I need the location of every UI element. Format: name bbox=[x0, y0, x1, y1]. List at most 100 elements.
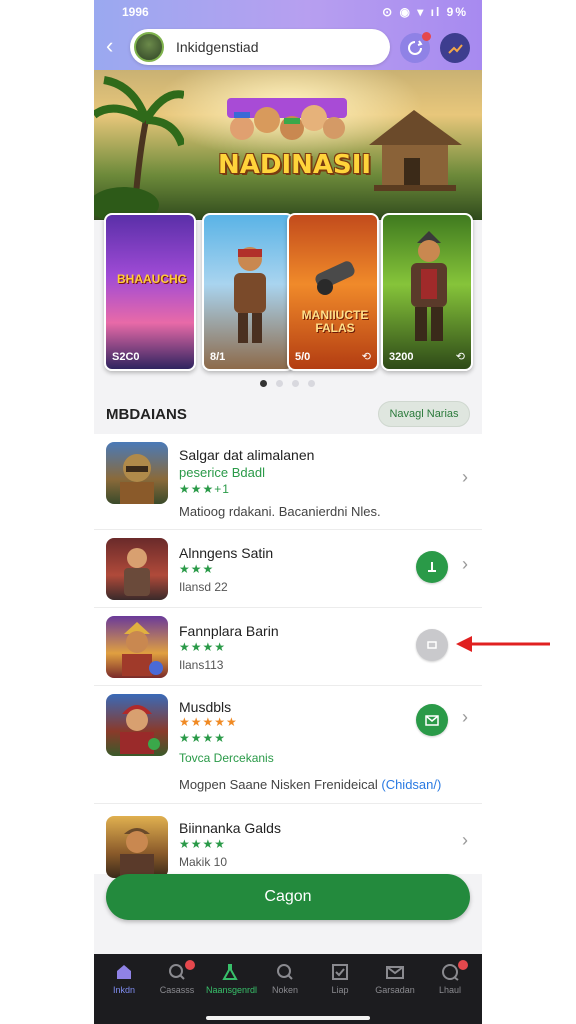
section-button[interactable]: Navagl Narias bbox=[378, 401, 470, 427]
carousel-card[interactable]: BHAAUCHG S2C0 bbox=[104, 213, 196, 371]
carousel-card[interactable]: 3200 ⟲ bbox=[381, 213, 473, 371]
carousel-card[interactable]: MANIIUCTE FALAS 5/0 ⟲ bbox=[287, 213, 379, 371]
cannon-icon bbox=[315, 261, 355, 295]
nav-label: Garsadan bbox=[375, 985, 415, 995]
status-bar: 1996 ⊙ ◉ ▾ ıl 9% bbox=[94, 4, 482, 20]
download-icon bbox=[428, 562, 436, 572]
nav-item-naansgenrdl[interactable]: Naansgenrdl bbox=[206, 962, 258, 1008]
nav-label: Liap bbox=[331, 985, 349, 995]
avatar[interactable] bbox=[134, 32, 164, 62]
list-item[interactable]: Biinnanka Galds ★★★★ Makik 10 › bbox=[94, 810, 482, 878]
warrior-icon bbox=[234, 247, 266, 343]
nav-label: Lhaul bbox=[438, 985, 462, 995]
game-thumbnail bbox=[106, 616, 168, 678]
game-thumbnail bbox=[106, 442, 168, 504]
game-name: Fannplara Barin bbox=[179, 623, 279, 639]
description-link[interactable]: (Chidsan/) bbox=[381, 777, 441, 792]
hero-icon bbox=[120, 705, 160, 754]
red-arrow-annotation-icon bbox=[456, 636, 550, 652]
game-meta: Ilansd 22 bbox=[179, 580, 228, 594]
carousel-card[interactable]: 8/1 bbox=[202, 213, 294, 371]
knight-icon bbox=[120, 454, 154, 504]
game-carousel: BHAAUCHG S2C0 8/1 MANIIUCTE FALAS 5/0 ⟲ bbox=[94, 207, 482, 377]
game-description: Matioog rdakani. Bacanierdni Nles. bbox=[179, 504, 381, 519]
status-time: 1996 bbox=[122, 5, 149, 19]
rating-stars: ★★★★ bbox=[179, 640, 227, 654]
banner-title: NADINASII bbox=[218, 150, 372, 180]
notification-dot bbox=[422, 32, 431, 41]
chevron-right-icon[interactable]: › bbox=[462, 467, 468, 488]
chevron-right-icon[interactable]: › bbox=[462, 554, 468, 575]
soldier-icon bbox=[120, 828, 154, 876]
square-icon bbox=[427, 641, 437, 649]
status-icons: ⊙ ◉ ▾ ıl 9% bbox=[382, 5, 468, 19]
profile-button[interactable] bbox=[440, 33, 470, 63]
rating-stars-orange: ★★★★★ bbox=[179, 715, 238, 729]
game-thumbnail bbox=[106, 694, 168, 756]
home-indicator[interactable] bbox=[206, 1016, 370, 1020]
soldier-icon bbox=[411, 231, 447, 341]
nav-label: Noken bbox=[271, 985, 298, 995]
game-name: Salgar dat alimalanen bbox=[179, 447, 315, 463]
search-circle-icon bbox=[169, 964, 185, 980]
list-item[interactable]: Salgar dat alimalanen peserice Bdadl ★★★… bbox=[94, 434, 482, 530]
game-name: Biinnanka Galds bbox=[179, 820, 281, 836]
checkbox-icon bbox=[332, 964, 348, 980]
nav-item-garsadan[interactable]: Garsadan bbox=[371, 962, 419, 1008]
game-list: Salgar dat alimalanen peserice Bdadl ★★★… bbox=[94, 434, 482, 878]
palm-tree-icon bbox=[94, 76, 184, 220]
nav-label: Casasss bbox=[159, 985, 195, 995]
nav-item-home[interactable]: Inkdn bbox=[100, 962, 148, 1008]
notification-badge bbox=[458, 960, 468, 970]
nav-item-liap[interactable]: Liap bbox=[316, 962, 364, 1008]
hero-banner[interactable]: NADINASII bbox=[94, 70, 482, 220]
game-meta: Tovca Dercekanis bbox=[179, 751, 274, 765]
game-thumbnail bbox=[106, 538, 168, 600]
installed-button[interactable] bbox=[416, 629, 448, 661]
rating-stars: ★★★+1 bbox=[179, 482, 230, 496]
mail-icon bbox=[386, 966, 404, 979]
chat-icon bbox=[442, 964, 459, 981]
download-button[interactable] bbox=[416, 551, 448, 583]
primary-cta-button[interactable]: Cagon bbox=[106, 874, 470, 920]
hut-icon bbox=[369, 110, 462, 191]
nav-item-lhaul[interactable]: Lhaul bbox=[426, 960, 474, 1008]
rating-stars: ★★★ bbox=[179, 562, 215, 576]
list-item[interactable]: Fannplara Barin ★★★★ Ilans113 bbox=[94, 608, 482, 686]
search-bar[interactable]: Inkidgenstiad bbox=[130, 29, 390, 65]
game-meta: Makik 10 bbox=[179, 855, 228, 869]
back-arrow-icon[interactable]: ‹ bbox=[106, 34, 124, 58]
phone-screen: 1996 ⊙ ◉ ▾ ıl 9% ‹ Inkidgenstiad NADINAS… bbox=[94, 0, 482, 1024]
refresh-icon[interactable]: ⟲ bbox=[362, 350, 371, 363]
page-dot[interactable] bbox=[308, 380, 315, 387]
bottom-nav: Inkdn Casasss Naansgenrdl Noken Liap Gar… bbox=[94, 954, 482, 1024]
section-title: MBDAIANS bbox=[106, 406, 187, 423]
mail-icon bbox=[425, 715, 439, 726]
fighter-icon bbox=[124, 548, 150, 596]
card-label: 5/0 bbox=[295, 351, 311, 363]
refresh-icon bbox=[408, 40, 423, 55]
game-meta: Ilans113 bbox=[179, 658, 224, 672]
notifications-button[interactable] bbox=[400, 32, 431, 63]
chart-icon bbox=[448, 44, 463, 54]
rating-stars: ★★★★ bbox=[179, 837, 227, 851]
home-icon bbox=[117, 965, 131, 979]
refresh-icon[interactable]: ⟲ bbox=[456, 350, 465, 363]
page-dot[interactable] bbox=[292, 380, 299, 387]
nav-item-casasss[interactable]: Casasss bbox=[153, 960, 201, 1008]
chevron-right-icon[interactable]: › bbox=[462, 830, 468, 851]
game-name: Alnngens Satin bbox=[179, 545, 274, 561]
game-subtitle: peserice Bdadl bbox=[179, 465, 265, 480]
nav-label: Naansgenrdl bbox=[206, 985, 258, 995]
list-item[interactable]: Musdbls ★★★★★ ★★★★ Tovca Dercekanis Mogp… bbox=[94, 686, 482, 804]
card-label: S2C0 bbox=[112, 351, 140, 363]
description-text: Mogpen Saane Nisken Frenideical bbox=[179, 777, 378, 792]
chevron-right-icon[interactable]: › bbox=[462, 707, 468, 728]
nav-item-noken[interactable]: Noken bbox=[261, 962, 309, 1008]
characters-icon bbox=[227, 98, 347, 140]
page-dot[interactable] bbox=[276, 380, 283, 387]
list-item[interactable]: Alnngens Satin ★★★ Ilansd 22 › bbox=[94, 530, 482, 608]
message-button[interactable] bbox=[416, 704, 448, 736]
card-title: BHAAUCHG bbox=[117, 272, 187, 286]
page-dot-active[interactable] bbox=[260, 380, 267, 387]
